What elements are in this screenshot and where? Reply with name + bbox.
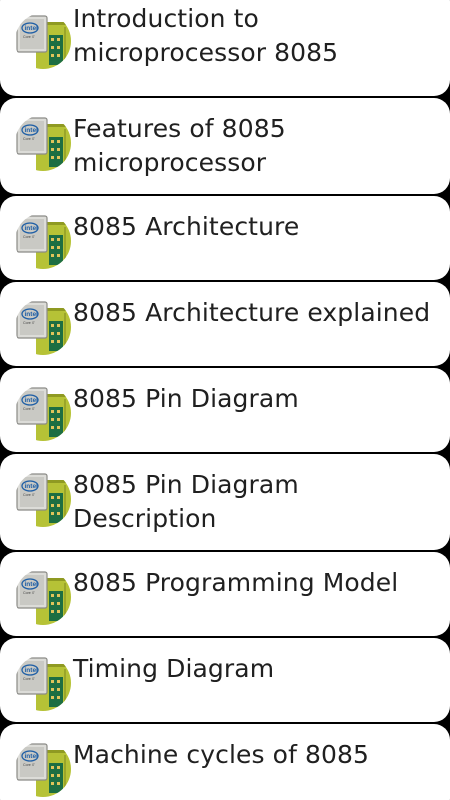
topic-list-item[interactable]: intel Core i7 Introduction to microprocesso… bbox=[0, 0, 450, 96]
svg-text:Core i7: Core i7 bbox=[23, 321, 35, 325]
intel-core-i7-processor-icon: intel Core i7 bbox=[15, 655, 71, 711]
intel-core-i7-processor-icon: intel Core i7 bbox=[15, 741, 71, 797]
topic-list-item[interactable]: intel Core i7 8085 Architecture bbox=[0, 196, 450, 280]
topic-list-item[interactable]: intel Core i7 Timing Diagram bbox=[0, 638, 450, 722]
topic-list[interactable]: intel Core i7 Introduction to microprocesso… bbox=[0, 0, 450, 800]
svg-text:intel: intel bbox=[25, 127, 39, 134]
topic-title: 8085 Architecture explained bbox=[73, 296, 440, 330]
topic-title-line: 8085 Pin Diagram bbox=[73, 384, 299, 413]
topic-title-line: Timing Diagram bbox=[73, 654, 275, 683]
svg-text:intel: intel bbox=[25, 25, 39, 32]
topic-list-item[interactable]: intel Core i7 Machine cycles of 8085 bbox=[0, 724, 450, 800]
topic-title-line: Introduction to bbox=[73, 4, 259, 33]
svg-text:intel: intel bbox=[25, 483, 39, 490]
svg-text:intel: intel bbox=[25, 397, 39, 404]
topic-title: Machine cycles of 8085 bbox=[73, 738, 440, 772]
topic-title-line: Description bbox=[73, 504, 217, 533]
svg-text:Core i7: Core i7 bbox=[23, 677, 35, 681]
topic-title-line: 8085 Architecture explained bbox=[73, 298, 431, 327]
topic-title-line: Machine cycles of 8085 bbox=[73, 740, 370, 769]
topic-title: Features of 8085 microprocessor bbox=[73, 112, 440, 180]
topic-title-line: 8085 Architecture bbox=[73, 212, 300, 241]
topic-list-item[interactable]: intel Core i7 8085 Architecture explained bbox=[0, 282, 450, 366]
topic-list-item[interactable]: intel Core i7 8085 Programming Model bbox=[0, 552, 450, 636]
svg-text:intel: intel bbox=[25, 311, 39, 318]
svg-text:Core i7: Core i7 bbox=[23, 137, 35, 141]
svg-text:Core i7: Core i7 bbox=[23, 591, 35, 595]
topic-title-line: microprocessor bbox=[73, 148, 267, 177]
topic-title-line: microprocessor 8085 bbox=[73, 38, 339, 67]
intel-core-i7-processor-icon: intel Core i7 bbox=[15, 115, 71, 171]
svg-text:Core i7: Core i7 bbox=[23, 407, 35, 411]
intel-core-i7-processor-icon: intel Core i7 bbox=[15, 13, 71, 69]
topic-list-item[interactable]: intel Core i7 8085 Pin Diagram bbox=[0, 368, 450, 452]
svg-text:intel: intel bbox=[25, 225, 39, 232]
topic-list-item[interactable]: intel Core i7 8085 Pin Diagram Description bbox=[0, 454, 450, 550]
topic-title: Introduction to microprocessor 8085 bbox=[73, 2, 440, 70]
topic-list-item[interactable]: intel Core i7 Features of 8085 microprocess… bbox=[0, 98, 450, 194]
topic-title: 8085 Programming Model bbox=[73, 566, 440, 600]
svg-text:Core i7: Core i7 bbox=[23, 763, 35, 767]
intel-core-i7-processor-icon: intel Core i7 bbox=[15, 385, 71, 441]
intel-core-i7-processor-icon: intel Core i7 bbox=[15, 299, 71, 355]
svg-text:intel: intel bbox=[25, 753, 39, 760]
intel-core-i7-processor-icon: intel Core i7 bbox=[15, 213, 71, 269]
topic-title-line: Features of 8085 bbox=[73, 114, 286, 143]
intel-core-i7-processor-icon: intel Core i7 bbox=[15, 569, 71, 625]
topic-title: 8085 Architecture bbox=[73, 210, 440, 244]
svg-text:Core i7: Core i7 bbox=[23, 35, 35, 39]
svg-text:intel: intel bbox=[25, 581, 39, 588]
topic-title-line: 8085 Programming Model bbox=[73, 568, 399, 597]
topic-title: 8085 Pin Diagram Description bbox=[73, 468, 440, 536]
topic-title: Timing Diagram bbox=[73, 652, 440, 686]
svg-text:intel: intel bbox=[25, 667, 39, 674]
topic-title-line: 8085 Pin Diagram bbox=[73, 470, 299, 499]
svg-text:Core i7: Core i7 bbox=[23, 493, 35, 497]
svg-text:Core i7: Core i7 bbox=[23, 235, 35, 239]
intel-core-i7-processor-icon: intel Core i7 bbox=[15, 471, 71, 527]
topic-title: 8085 Pin Diagram bbox=[73, 382, 440, 416]
